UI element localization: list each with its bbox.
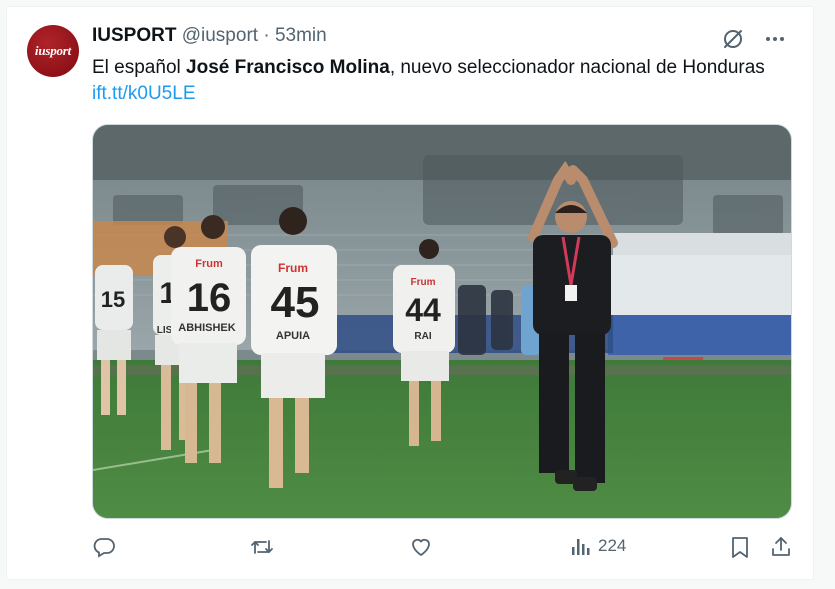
tweet-card[interactable]: iusport IUSPORT @iusport · 53min El espa… — [6, 6, 814, 580]
avatar[interactable]: iusport — [27, 25, 79, 77]
jersey-name: APUIA — [276, 330, 310, 342]
views-button[interactable]: 224 — [570, 535, 626, 557]
repost-button[interactable] — [249, 535, 275, 559]
grok-icon[interactable] — [721, 27, 745, 56]
bookmark-icon[interactable] — [729, 535, 751, 559]
jersey-number: 44 — [405, 292, 441, 328]
jersey-number: 45 — [271, 278, 320, 327]
jersey-name: RAI — [414, 331, 431, 342]
sponsor-text: Frum — [278, 261, 308, 275]
repost-icon[interactable] — [249, 535, 275, 559]
views-icon[interactable] — [570, 535, 592, 557]
reply-button[interactable] — [92, 535, 116, 559]
more-options-icon[interactable] — [763, 27, 787, 56]
tweet-link[interactable]: ift.tt/k0U5LE — [92, 83, 196, 104]
jersey-number: 16 — [187, 276, 232, 320]
tweet-text-part: El español — [92, 57, 187, 78]
handle[interactable]: @iusport — [182, 25, 258, 46]
sponsor-text: Frum — [195, 258, 223, 270]
reply-icon[interactable] — [92, 535, 116, 559]
share-button[interactable] — [769, 535, 793, 559]
avatar-logo-text: iusport — [34, 43, 72, 58]
sponsor-text: Frum — [411, 277, 436, 288]
tweet-photo[interactable]: 15 17 LISTON Frum 16 ABHISHEK — [92, 124, 792, 519]
photo-illustration: 15 17 LISTON Frum 16 ABHISHEK — [93, 125, 791, 518]
jersey-name: ABHISHEK — [178, 322, 236, 334]
like-button[interactable] — [409, 535, 433, 559]
display-name[interactable]: IUSPORT — [92, 25, 176, 46]
heart-icon[interactable] — [409, 535, 433, 559]
header-actions — [721, 27, 787, 56]
bookmark-button[interactable] — [729, 535, 751, 559]
tweet-text: El español José Francisco Molina, nuevo … — [92, 55, 772, 107]
tweet-text-bold: José Francisco Molina — [186, 57, 390, 78]
tweet-header: IUSPORT @iusport · 53min — [92, 24, 327, 48]
tweet-actions: 224 — [92, 535, 792, 563]
jersey-number: 15 — [101, 287, 125, 312]
share-icon[interactable] — [769, 535, 793, 559]
views-count: 224 — [598, 536, 627, 555]
timestamp[interactable]: 53min — [275, 25, 327, 46]
tweet-text-part: , nuevo seleccionador nacional de Hondur… — [389, 57, 765, 78]
header-separator: · — [263, 25, 270, 46]
